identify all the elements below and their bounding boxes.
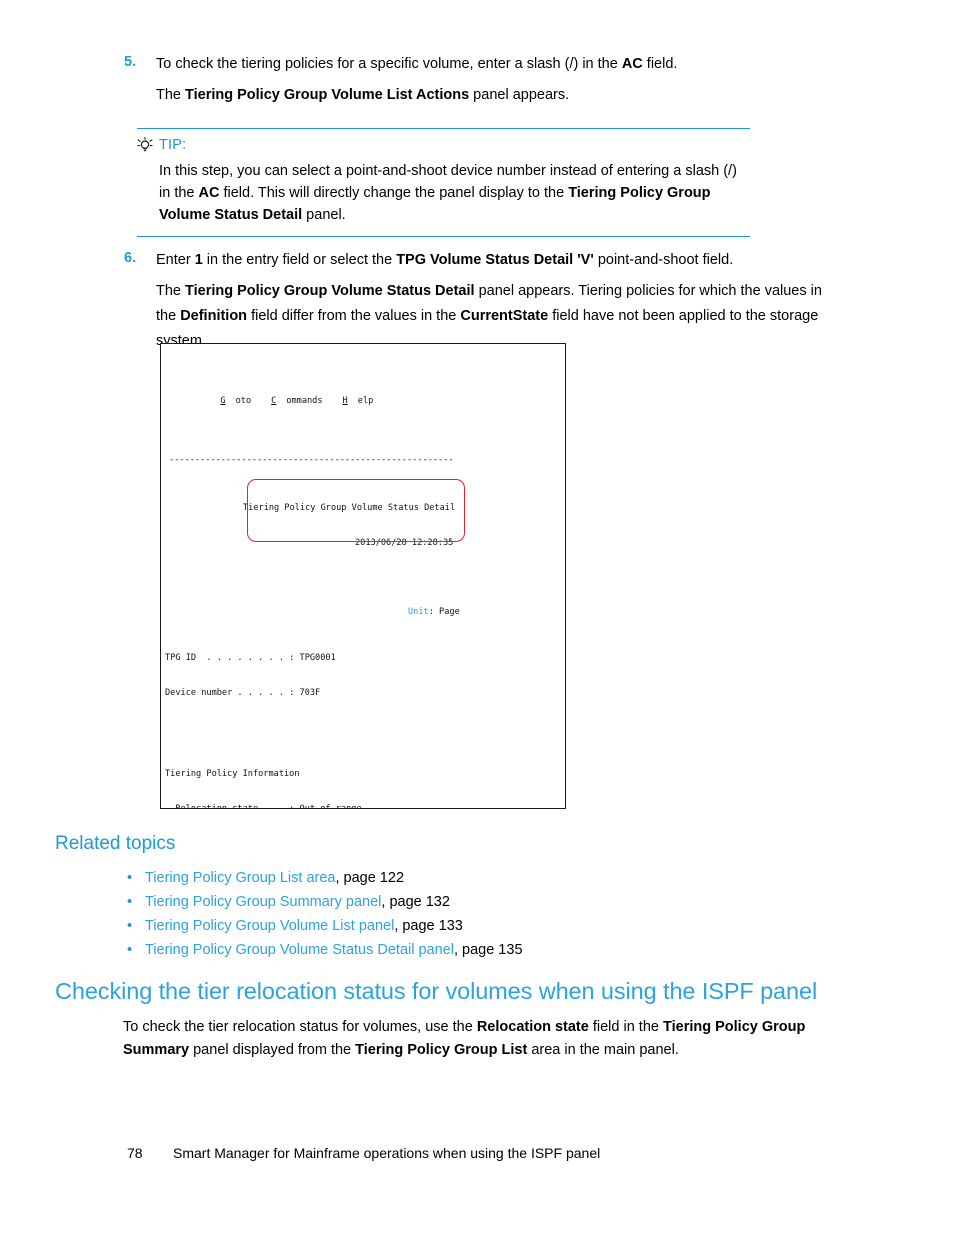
related-topics-heading: Related topics <box>55 833 176 854</box>
terminal-device-number-value: 703F <box>294 688 321 699</box>
terminal-menu-bar[interactable]: Goto Commands Help <box>165 385 557 420</box>
related-topics-list: • Tiering Policy Group List area, page 12… <box>127 866 827 962</box>
list-item[interactable]: • Tiering Policy Group Volume List panel,… <box>127 914 827 938</box>
tip-top-rule <box>137 128 750 129</box>
menu-commands-rest: ommands <box>286 396 323 407</box>
terminal-tpg-id-row: TPG ID . . . . . . . . : TPG0001 <box>165 653 557 665</box>
terminal-unit-value: : Page <box>428 607 460 618</box>
terminal-unit-label: Unit <box>408 607 429 618</box>
related-topic-link-2[interactable]: Tiering Policy Group Summary panel <box>145 894 381 910</box>
terminal-timestamp: 2013/06/28 12:28:35 <box>355 537 454 548</box>
related-topic-page-3: , page 133 <box>394 918 463 934</box>
terminal-title: Tiering Policy Group Volume Status Detai… <box>243 502 456 513</box>
related-topic-link-1[interactable]: Tiering Policy Group List area <box>145 870 335 886</box>
related-topic-link-4[interactable]: Tiering Policy Group Volume Status Detai… <box>145 942 454 958</box>
menu-goto-mnemonic: G <box>220 396 226 407</box>
section-body: To check the tier relocation status for … <box>123 1019 806 1058</box>
terminal-device-number-label: Device number . . . . . : <box>165 688 295 699</box>
lightbulb-icon <box>137 137 153 153</box>
tip-header: TIP: <box>137 134 750 156</box>
bullet-icon: • <box>127 894 133 910</box>
relocation-state-value: Out of range <box>294 804 362 808</box>
related-topic-page-4: , page 135 <box>453 942 523 958</box>
ispf-terminal-screenshot: Goto Commands Help -----------------------… <box>160 343 566 809</box>
bullet-icon: • <box>127 870 133 886</box>
document-page: 5. To check the tiering policies for a s… <box>0 0 954 1235</box>
menu-item-commands[interactable]: Commands <box>271 396 332 406</box>
relocation-state-label: Relocation state . . : <box>165 804 294 808</box>
tiering-policy-information-heading: Tiering Policy Information <box>165 769 300 780</box>
terminal-separator: ----------------------------------------… <box>169 455 454 466</box>
terminal-unit-row: Unit: Page <box>165 607 557 619</box>
terminal-tpg-id-label: TPG ID . . . . . . . . : <box>165 653 295 664</box>
terminal-content: Goto Commands Help -----------------------… <box>161 344 565 808</box>
related-topic-page-1: , page 122 <box>335 870 405 886</box>
menu-help-rest: elp <box>357 396 374 407</box>
tip-text: In this step, you can select a point-and… <box>159 163 737 223</box>
menu-help-mnemonic: H <box>342 396 348 407</box>
relocation-state-row: Relocation state . . : Out of range <box>165 804 557 808</box>
tip-callout: TIP: In this step, you can select a poin… <box>137 128 750 237</box>
bullet-icon: • <box>127 918 133 934</box>
step-5-number: 5. <box>124 54 137 70</box>
terminal-device-number-row: Device number . . . . . : 703F <box>165 688 557 700</box>
related-topic-page-2: , page 132 <box>381 894 450 910</box>
footer-text: Smart Manager for Mainframe operations w… <box>173 1145 601 1161</box>
bullet-icon: • <box>127 942 133 958</box>
list-item[interactable]: • Tiering Policy Group Volume Status Deta… <box>127 938 827 962</box>
menu-commands-mnemonic: C <box>271 396 277 407</box>
step-6-number: 6. <box>124 250 137 266</box>
menu-item-goto[interactable]: Goto <box>220 396 261 406</box>
list-item[interactable]: • Tiering Policy Group List area, page 12… <box>127 866 827 890</box>
step-5-body: To check the tiering policies for a spec… <box>156 56 678 103</box>
section-heading: Checking the tier relocation status for … <box>55 978 818 1004</box>
menu-item-help[interactable]: Help <box>343 396 384 406</box>
terminal-tpg-id-value: TPG0001 <box>294 653 336 664</box>
page-footer: 78 Smart Manager for Mainframe operation… <box>127 1145 600 1161</box>
list-item[interactable]: • Tiering Policy Group Summary panel, pag… <box>127 890 827 914</box>
related-topic-link-3[interactable]: Tiering Policy Group Volume List panel <box>145 918 394 934</box>
step-5: 5. To check the tiering policies for a s… <box>124 52 824 114</box>
footer-page-number: 78 <box>127 1145 143 1161</box>
tip-label: TIP: <box>159 137 187 153</box>
tip-bottom-rule <box>137 236 750 237</box>
menu-goto-rest: oto <box>235 396 252 407</box>
